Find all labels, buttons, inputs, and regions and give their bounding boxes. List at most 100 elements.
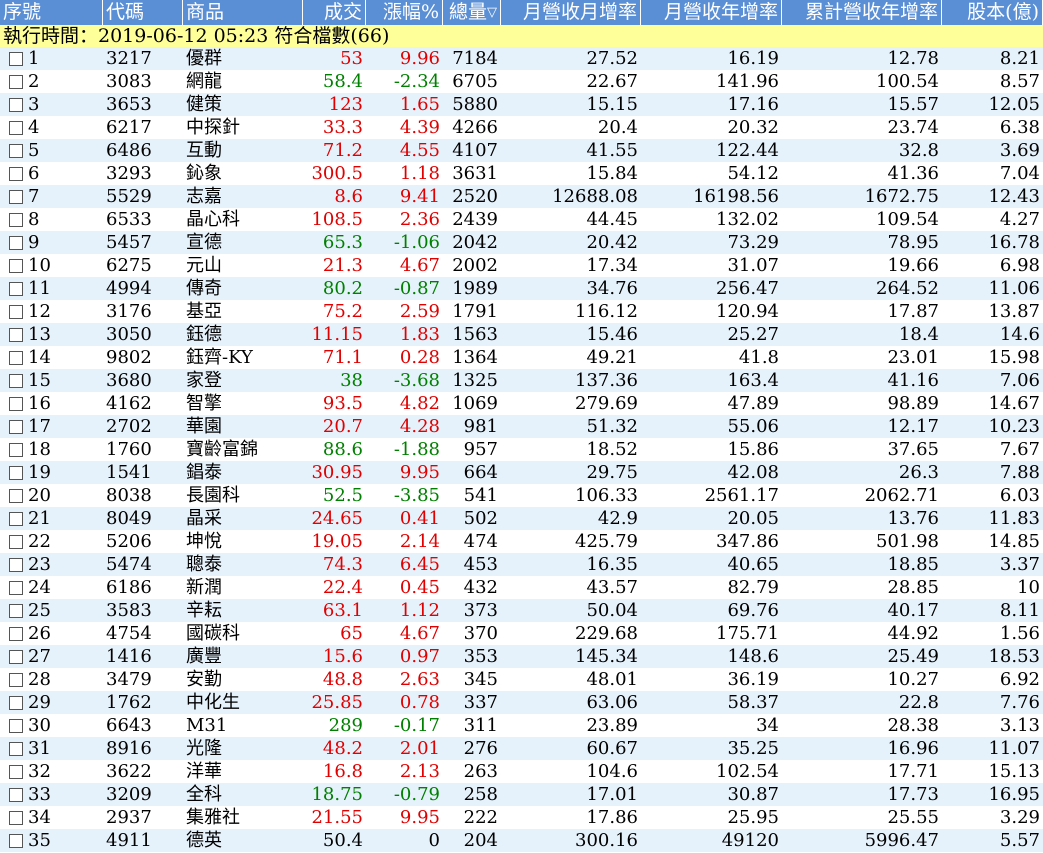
table-row[interactable]: 10 6275 元山 21.3 4.67 2002 17.34 31.07 19.66 6.98	[0, 254, 1043, 277]
row-checkbox[interactable]	[9, 420, 23, 434]
table-row[interactable]: 5 6486 互動 71.2 4.55 4107 41.55 122.44 32.8 3.69	[0, 139, 1043, 162]
cell-yoy: 148.6	[727, 646, 779, 667]
cell-volume: 6705	[452, 71, 498, 92]
table-row[interactable]: 26 4754 國碳科 65 4.67 370 229.68 175.71 44.92 1.56	[0, 622, 1043, 645]
cell-cum: 19.66	[887, 255, 939, 276]
row-checkbox[interactable]	[9, 52, 23, 66]
table-row[interactable]: 34 2937 集雅社 21.55 9.95 222 17.86 25.95 25.55 3.29	[0, 806, 1043, 829]
table-row[interactable]: 22 5206 坤悅 19.05 2.14 474 425.79 347.86 501.98 14…	[0, 530, 1043, 553]
row-checkbox[interactable]	[9, 673, 23, 687]
table-header: 序號 代碼 商品 成交 漲幅% 總量▽ 月營收月增率 月營收年增率 累計營收年增…	[0, 0, 1043, 25]
table-row[interactable]: 15 3680 家登 38 -3.68 1325 137.36 163.4 41.16 7.06	[0, 369, 1043, 392]
col-header-code[interactable]: 代碼	[103, 0, 183, 25]
row-checkbox[interactable]	[9, 719, 23, 733]
row-checkbox[interactable]	[9, 328, 23, 342]
row-checkbox[interactable]	[9, 305, 23, 319]
row-checkbox[interactable]	[9, 213, 23, 227]
col-header-volume[interactable]: 總量▽	[443, 0, 501, 25]
table-row[interactable]: 31 8916 光隆 48.2 2.01 276 60.67 35.25 16.96 11.07	[0, 737, 1043, 760]
col-header-price[interactable]: 成交	[303, 0, 366, 25]
row-checkbox[interactable]	[9, 581, 23, 595]
table-row[interactable]: 13 3050 鈺德 11.15 1.83 1563 15.46 25.27 18.4 14.6	[0, 323, 1043, 346]
row-checkbox[interactable]	[9, 788, 23, 802]
cell-capital: 3.13	[999, 715, 1040, 736]
table-row[interactable]: 11 4994 傳奇 80.2 -0.87 1989 34.76 256.47 264.52 11…	[0, 277, 1043, 300]
row-checkbox[interactable]	[9, 558, 23, 572]
table-row[interactable]: 25 3583 辛耘 63.1 1.12 373 50.04 69.76 40.17 8.11	[0, 599, 1043, 622]
col-header-change[interactable]: 漲幅%	[366, 0, 443, 25]
col-header-yoy[interactable]: 月營收年增率	[641, 0, 782, 25]
table-row[interactable]: 7 5529 志嘉 8.6 9.41 2520 12688.08 16198.56 1672.7…	[0, 185, 1043, 208]
row-checkbox[interactable]	[9, 627, 23, 641]
row-checkbox[interactable]	[9, 604, 23, 618]
row-checkbox[interactable]	[9, 236, 23, 250]
row-checkbox[interactable]	[9, 75, 23, 89]
row-checkbox[interactable]	[9, 351, 23, 365]
cell-name: 全科	[186, 784, 222, 805]
row-checkbox[interactable]	[9, 259, 23, 273]
col-header-seq[interactable]: 序號	[0, 0, 103, 25]
row-checkbox[interactable]	[9, 190, 23, 204]
table-row[interactable]: 2 3083 網龍 58.4 -2.34 6705 22.67 141.96 100.54 8.5…	[0, 70, 1043, 93]
table-row[interactable]: 1 3217 優群 53 9.96 7184 27.52 16.19 12.78 8.21	[0, 47, 1043, 70]
table-row[interactable]: 33 3209 全科 18.75 -0.79 258 17.01 30.87 17.73 16.9…	[0, 783, 1043, 806]
table-row[interactable]: 17 2702 華園 20.7 4.28 981 51.32 55.06 12.17 10.23	[0, 415, 1043, 438]
cell-name: 長園科	[186, 485, 240, 506]
table-row[interactable]: 30 6643 M31 289 -0.17 311 23.89 34 28.38 3.13	[0, 714, 1043, 737]
row-checkbox[interactable]	[9, 512, 23, 526]
cell-cum: 23.74	[887, 117, 939, 138]
table-row[interactable]: 27 1416 廣豐 15.6 0.97 353 145.34 148.6 25.49 18.53	[0, 645, 1043, 668]
cell-seq: 7	[0, 185, 103, 208]
table-row[interactable]: 6 3293 鈊象 300.5 1.18 3631 15.84 54.12 41.36 7.04	[0, 162, 1043, 185]
table-row[interactable]: 24 6186 新潤 22.4 0.45 432 43.57 82.79 28.85 10	[0, 576, 1043, 599]
table-row[interactable]: 14 9802 鈺齊-KY 71.1 0.28 1364 49.21 41.8 23.01 15.…	[0, 346, 1043, 369]
cell-volume: 4266	[452, 117, 498, 138]
table-row[interactable]: 19 1541 錩泰 30.95 9.95 664 29.75 42.08 26.3 7.88	[0, 461, 1043, 484]
cell-name: 傳奇	[186, 278, 222, 299]
row-checkbox[interactable]	[9, 765, 23, 779]
row-checkbox[interactable]	[9, 466, 23, 480]
table-row[interactable]: 18 1760 寶齡富錦 88.6 -1.88 957 18.52 15.86 37.65 7.6…	[0, 438, 1043, 461]
row-checkbox[interactable]	[9, 650, 23, 664]
row-checkbox[interactable]	[9, 167, 23, 181]
table-row[interactable]: 8 6533 晶心科 108.5 2.36 2439 44.45 132.02 109.54 4.…	[0, 208, 1043, 231]
row-checkbox[interactable]	[9, 742, 23, 756]
table-row[interactable]: 9 5457 宣德 65.3 -1.06 2042 20.42 73.29 78.95 16.78	[0, 231, 1043, 254]
cell-yoy: 25.95	[727, 807, 779, 828]
row-checkbox[interactable]	[9, 489, 23, 503]
row-checkbox[interactable]	[9, 374, 23, 388]
cell-code: 3217	[106, 48, 152, 69]
table-row[interactable]: 35 4911 德英 50.4 0 204 300.16 49120 5996.47 5.57	[0, 829, 1043, 852]
col-header-capital[interactable]: 股本(億)	[942, 0, 1043, 25]
col-header-name[interactable]: 商品	[183, 0, 303, 25]
row-checkbox[interactable]	[9, 696, 23, 710]
table-row[interactable]: 29 1762 中化生 25.85 0.78 337 63.06 58.37 22.8 7.76	[0, 691, 1043, 714]
table-row[interactable]: 28 3479 安勤 48.8 2.63 345 48.01 36.19 10.27 6.92	[0, 668, 1043, 691]
row-checkbox[interactable]	[9, 121, 23, 135]
cell-code: 1541	[106, 462, 152, 483]
row-checkbox[interactable]	[9, 144, 23, 158]
row-checkbox[interactable]	[9, 282, 23, 296]
table-row[interactable]: 4 6217 中探針 33.3 4.39 4266 20.4 20.32 23.74 6.38	[0, 116, 1043, 139]
cell-name: 廣豐	[186, 646, 222, 667]
row-checkbox[interactable]	[9, 834, 23, 848]
col-header-cum[interactable]: 累計營收年增率	[782, 0, 942, 25]
row-checkbox[interactable]	[9, 811, 23, 825]
table-row[interactable]: 12 3176 基亞 75.2 2.59 1791 116.12 120.94 17.87 13.…	[0, 300, 1043, 323]
table-row[interactable]: 20 8038 長園科 52.5 -3.85 541 106.33 2561.17 2062.7…	[0, 484, 1043, 507]
table-row[interactable]: 3 3653 健策 123 1.65 5880 15.15 17.16 15.57 12.05	[0, 93, 1043, 116]
table-row[interactable]: 23 5474 聰泰 74.3 6.45 453 16.35 40.65 18.85 3.37	[0, 553, 1043, 576]
row-seq-label: 28	[28, 669, 51, 690]
cell-capital: 14.67	[988, 393, 1040, 414]
cell-seq: 4	[0, 116, 103, 139]
row-checkbox[interactable]	[9, 98, 23, 112]
table-row[interactable]: 21 8049 晶采 24.65 0.41 502 42.9 20.05 13.76 11.83	[0, 507, 1043, 530]
cell-mom: 43.57	[586, 577, 638, 598]
row-checkbox[interactable]	[9, 535, 23, 549]
cell-name: 集雅社	[186, 807, 240, 828]
row-checkbox[interactable]	[9, 443, 23, 457]
table-row[interactable]: 16 4162 智擎 93.5 4.82 1069 279.69 47.89 98.89 14.6…	[0, 392, 1043, 415]
row-checkbox[interactable]	[9, 397, 23, 411]
col-header-mom[interactable]: 月營收月增率	[501, 0, 641, 25]
table-row[interactable]: 32 3622 洋華 16.8 2.13 263 104.6 102.54 17.71 15.13	[0, 760, 1043, 783]
